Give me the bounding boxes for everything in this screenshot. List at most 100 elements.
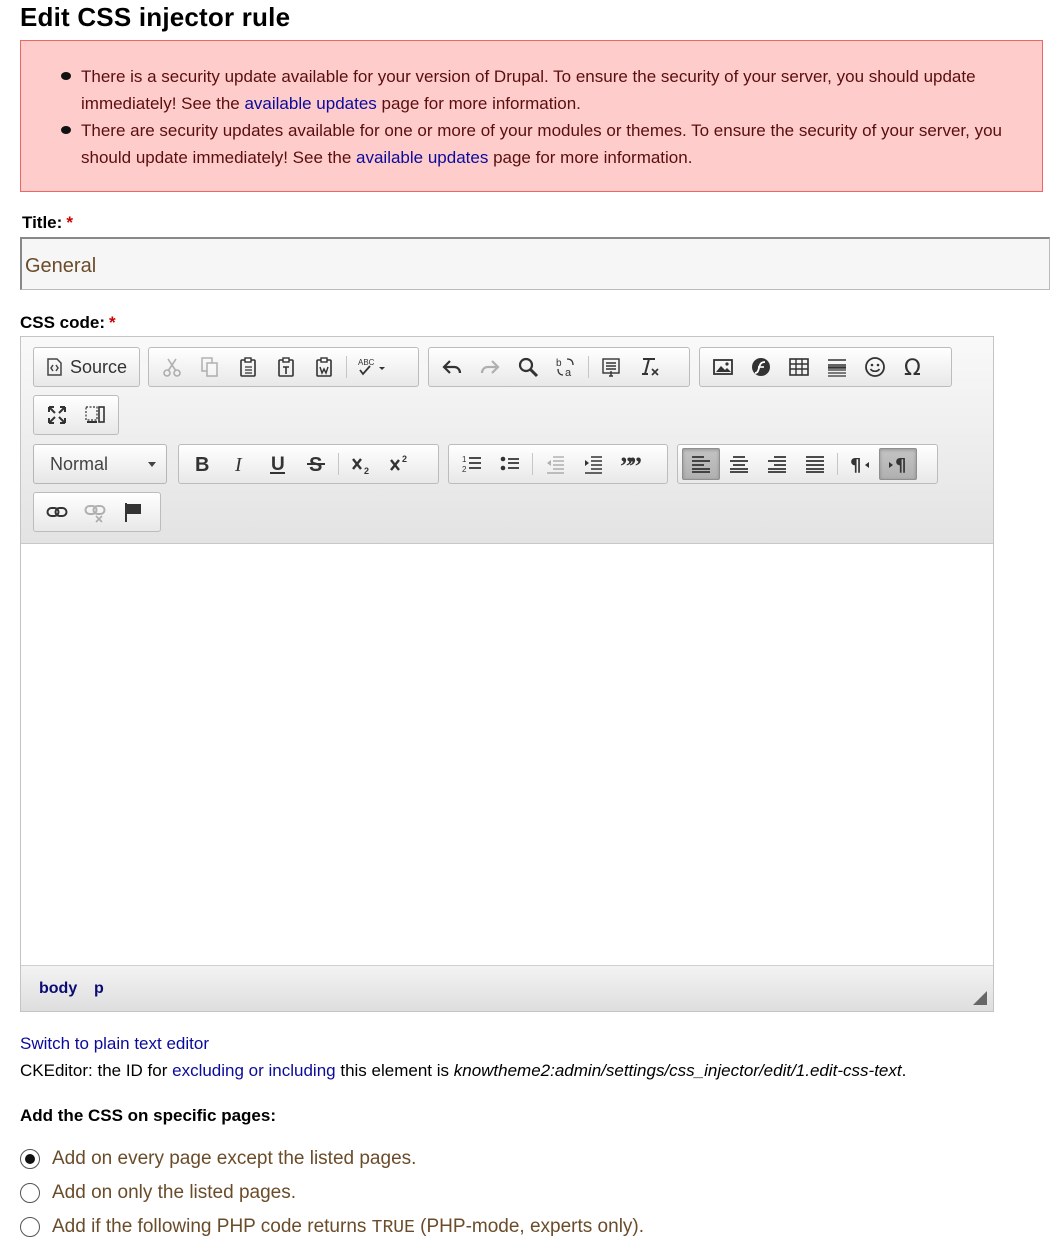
flash-button[interactable] [742, 351, 780, 383]
undo-button[interactable] [433, 351, 471, 383]
ltr-paragraph-icon: ¶ [889, 455, 906, 475]
remove-format-icon [642, 358, 659, 376]
paste-button[interactable] [229, 351, 267, 383]
radio-option-only-listed[interactable]: Add on only the listed pages. [20, 1182, 296, 1204]
numbered-list-icon: 12 [462, 455, 481, 474]
align-center-button[interactable] [720, 448, 758, 480]
svg-text:b: b [556, 358, 562, 369]
italic-button[interactable]: I [221, 448, 259, 480]
source-button[interactable]: Source [38, 351, 133, 383]
radio-option-except-listed[interactable]: Add on every page except the listed page… [20, 1148, 416, 1170]
select-all-button[interactable] [592, 351, 630, 383]
source-icon [47, 358, 62, 376]
title-label: Title: * [22, 213, 73, 232]
blockquote-button[interactable]: ”” [612, 448, 650, 480]
toolbar-group-editing: ba [428, 347, 690, 387]
toolbar-group-insert: Ω [699, 347, 952, 387]
svg-text:¶: ¶ [895, 455, 906, 475]
special-char-button[interactable]: Ω [894, 351, 932, 383]
element-path-body[interactable]: body [39, 980, 77, 998]
outdent-icon [547, 456, 564, 474]
justify-button[interactable] [796, 448, 834, 480]
find-button[interactable] [509, 351, 547, 383]
bold-button[interactable]: B [183, 448, 221, 480]
message-item: There are security updates available for… [61, 117, 1041, 171]
excluding-including-link[interactable]: excluding or including [172, 1061, 336, 1080]
toolbar-group-basicstyles: B I U S 2 2 [178, 444, 439, 484]
outdent-button[interactable] [536, 448, 574, 480]
paste-text-button[interactable] [267, 351, 305, 383]
redo-button[interactable] [471, 351, 509, 383]
message-item: There is a security update available for… [61, 63, 1041, 117]
search-icon [518, 357, 539, 378]
align-left-button[interactable] [682, 448, 720, 480]
switch-plain-text-link[interactable]: Switch to plain text editor [20, 1034, 209, 1054]
bidi-ltr-button[interactable]: ¶ [879, 448, 917, 480]
smiley-button[interactable] [856, 351, 894, 383]
available-updates-link[interactable]: available updates [356, 148, 488, 167]
chevron-down-icon [148, 461, 156, 467]
toolbar-group-tools [33, 395, 119, 435]
paste-word-icon [316, 357, 332, 377]
link-icon [46, 507, 68, 517]
copy-icon [201, 357, 218, 377]
security-messages: There is a security update available for… [20, 40, 1043, 192]
svg-text:a: a [565, 367, 572, 378]
radio-button[interactable] [20, 1217, 40, 1237]
subscript-button[interactable]: 2 [342, 448, 380, 480]
horizontal-rule-button[interactable] [818, 351, 856, 383]
bidi-rtl-button[interactable]: ¶ [841, 448, 879, 480]
show-blocks-button[interactable] [76, 399, 114, 431]
link-button[interactable] [38, 496, 76, 528]
title-input[interactable] [20, 237, 1050, 290]
svg-text:2: 2 [402, 454, 407, 464]
horizontal-rule-icon [828, 359, 846, 377]
resize-handle[interactable] [973, 991, 987, 1005]
radio-button[interactable] [20, 1149, 40, 1169]
available-updates-link[interactable]: available updates [244, 94, 376, 113]
bullet-icon [61, 72, 71, 80]
strikethrough-icon: S [307, 454, 325, 475]
pages-label: Add the CSS on specific pages: [20, 1106, 276, 1125]
toolbar-separator [532, 453, 533, 475]
cut-button[interactable] [153, 351, 191, 383]
unlink-button[interactable] [76, 496, 114, 528]
indent-button[interactable] [574, 448, 612, 480]
page-title: Edit CSS injector rule [20, 2, 291, 32]
radio-button[interactable] [20, 1183, 40, 1203]
numbered-list-button[interactable]: 12 [453, 448, 491, 480]
editor-content-area[interactable] [21, 545, 993, 965]
svg-text:”: ” [629, 453, 642, 475]
svg-text:1: 1 [462, 455, 467, 464]
image-icon [713, 359, 733, 375]
format-dropdown[interactable]: Normal [33, 444, 167, 484]
bulleted-list-button[interactable] [491, 448, 529, 480]
replace-button[interactable]: ba [547, 351, 585, 383]
copy-button[interactable] [191, 351, 229, 383]
remove-format-button[interactable] [630, 351, 668, 383]
editor-toolbar: Source ABC ba Ω Normal B I U S 2 2 1 2 ”… [21, 337, 993, 544]
required-mark: * [66, 213, 73, 232]
select-all-icon [602, 358, 620, 377]
spellcheck-button[interactable]: ABC [350, 351, 394, 383]
superscript-button[interactable]: 2 [380, 448, 418, 480]
radio-option-php-code[interactable]: Add if the following PHP code returns TR… [20, 1216, 644, 1238]
flag-icon [125, 503, 141, 522]
bulleted-list-icon [500, 456, 519, 471]
image-button[interactable] [704, 351, 742, 383]
maximize-button[interactable] [38, 399, 76, 431]
table-button[interactable] [780, 351, 818, 383]
svg-text:U: U [271, 454, 285, 475]
element-path-p[interactable]: p [94, 980, 104, 998]
align-right-button[interactable] [758, 448, 796, 480]
anchor-button[interactable] [114, 496, 152, 528]
unlink-icon [84, 505, 106, 523]
paste-word-button[interactable] [305, 351, 343, 383]
svg-text:I: I [234, 454, 243, 475]
strike-button[interactable]: S [297, 448, 335, 480]
underline-button[interactable]: U [259, 448, 297, 480]
scissors-icon [163, 358, 181, 377]
toolbar-group-paragraph: 12 ”” [448, 444, 668, 484]
spellcheck-icon: ABC [358, 358, 385, 376]
redo-icon [480, 360, 500, 374]
